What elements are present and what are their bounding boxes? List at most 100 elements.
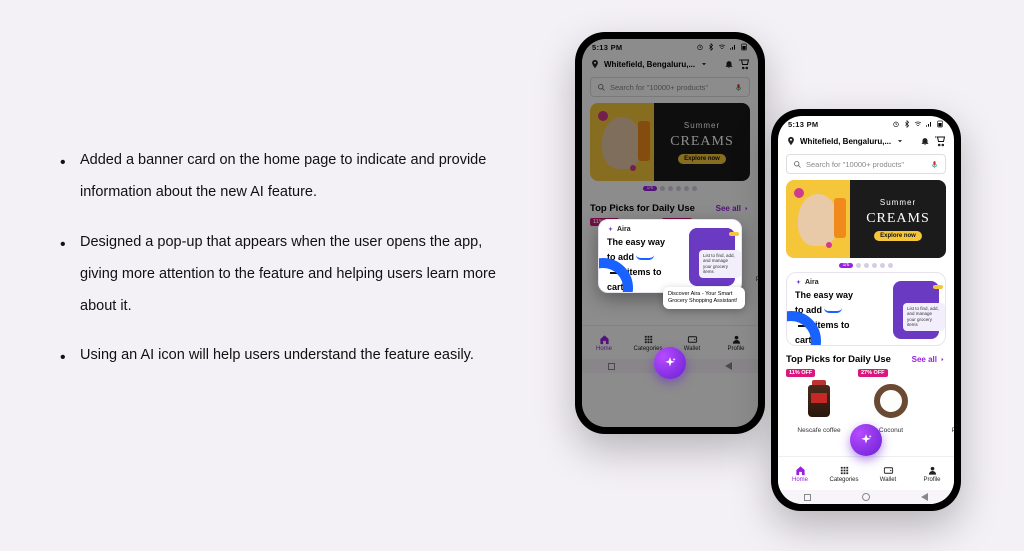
nav-wallet[interactable]: Wallet [866, 457, 910, 490]
product-image [808, 385, 830, 417]
battery-icon [936, 120, 944, 128]
product-name: Coconut [683, 276, 707, 283]
bottom-nav: Home Categories Wallet Profile [778, 456, 954, 490]
location-row: Whitefield, Bengaluru,... [582, 55, 758, 73]
signal-icon [925, 120, 933, 128]
section-title: Top Picks for Daily Use [786, 354, 891, 365]
aira-banner-card: Aira The easy way to add items to cart. … [598, 219, 742, 293]
see-all-link: See all [716, 204, 750, 213]
status-bar: 5:13 PM [582, 39, 758, 55]
nav-categories: Categories [626, 326, 670, 359]
aira-bubble: List to find, add, and manage your groce… [699, 250, 741, 278]
discount-badge: 27% OFF [662, 218, 692, 226]
bullet-item: Added a banner card on the home page to … [60, 145, 500, 209]
sparkle-icon [859, 433, 873, 447]
product-tile: 11% OFF Nescafe coffee [590, 218, 656, 283]
nav-profile: Profile [714, 326, 758, 359]
chevron-down-icon [699, 59, 709, 69]
back-icon [725, 362, 732, 370]
bullet-item: Using an AI icon will help users underst… [60, 340, 500, 372]
hero-title: CREAMS [670, 134, 734, 150]
overlay-dim [582, 39, 758, 427]
recent-apps-icon [608, 363, 615, 370]
hero-cta: Explore now [678, 154, 726, 164]
wifi-icon [718, 43, 726, 51]
battery-icon [740, 43, 748, 51]
chevron-right-icon [743, 205, 750, 212]
grid-icon [839, 465, 850, 476]
wifi-icon [914, 120, 922, 128]
cart-icon[interactable] [934, 135, 946, 147]
discount-badge: 11% OFF [786, 369, 815, 377]
product-tiles: 11% OFF Nescafe coffee 27% OFF Coconut x… [778, 369, 954, 434]
mic-icon[interactable] [930, 160, 939, 169]
phone-mockup-dimmed: 5:13 PM Whitefield, Bengaluru,... Search… [575, 32, 765, 434]
product-image [678, 233, 712, 267]
product-image [874, 384, 908, 418]
wallet-icon [687, 334, 698, 345]
sparkle-icon [607, 226, 614, 233]
android-nav-bar [778, 490, 954, 504]
sparkle-icon [663, 356, 677, 370]
bell-icon[interactable] [920, 136, 930, 146]
aira-bubble: List to find, add, and manage your groce… [903, 303, 945, 331]
search-placeholder: Search for "10000+ products" [610, 83, 708, 92]
home-button-icon [666, 362, 674, 370]
search-icon [793, 160, 802, 169]
product-tile[interactable]: x Pepsi S [930, 369, 954, 434]
alarm-icon [696, 43, 704, 51]
hero-banner[interactable]: Summer CREAMS Explore now [786, 180, 946, 258]
product-tile: x Pepsi S [734, 218, 758, 283]
product-image [612, 234, 634, 266]
cart-icon [738, 58, 750, 70]
location-row[interactable]: Whitefield, Bengaluru,... [778, 132, 954, 150]
wallet-icon [883, 465, 894, 476]
nav-home[interactable]: Home [778, 457, 822, 490]
search-bar: Search for "10000+ products" [590, 77, 750, 97]
section-header: Top Picks for Daily Use See all [590, 203, 750, 214]
hero-subtitle: Summer [880, 198, 916, 207]
product-name: Nescafe coffee [601, 276, 644, 283]
pager-dots: 1/6 [778, 263, 954, 268]
aira-phone-graphic: List to find, add, and manage your groce… [689, 228, 735, 286]
chevron-right-icon [939, 356, 946, 363]
search-icon [597, 83, 606, 92]
home-icon [795, 465, 806, 476]
section-header: Top Picks for Daily Use See all [786, 354, 946, 365]
aira-banner-card[interactable]: Aira The easy way to add items to cart. … [786, 272, 946, 346]
nav-home: Home [582, 326, 626, 359]
product-name: Pepsi S [756, 276, 758, 283]
pin-icon [590, 59, 600, 69]
status-icons [892, 120, 944, 128]
hero-title: CREAMS [866, 211, 930, 227]
alarm-icon [892, 120, 900, 128]
home-button-icon [862, 493, 870, 501]
description-copy: Added a banner card on the home page to … [60, 145, 500, 390]
ai-fab-button[interactable] [850, 424, 882, 456]
grid-icon [643, 334, 654, 345]
bullet-item: Designed a pop-up that appears when the … [60, 227, 500, 323]
ai-fab-button [654, 347, 686, 379]
product-tile[interactable]: 27% OFF Coconut [858, 369, 924, 434]
product-tile: 27% OFF Coconut [662, 218, 728, 283]
see-all-link[interactable]: See all [912, 355, 946, 364]
back-icon [921, 493, 928, 501]
product-tile[interactable]: 11% OFF Nescafe coffee [786, 369, 852, 434]
search-bar[interactable]: Search for "10000+ products" [786, 154, 946, 174]
sparkle-icon [795, 279, 802, 286]
hero-cta[interactable]: Explore now [874, 231, 922, 241]
status-icons [696, 43, 748, 51]
recent-apps-icon [804, 494, 811, 501]
nav-profile[interactable]: Profile [910, 457, 954, 490]
hero-subtitle: Summer [684, 121, 720, 130]
product-name: Coconut [879, 427, 903, 434]
bell-icon [724, 59, 734, 69]
person-icon [927, 465, 938, 476]
nav-categories[interactable]: Categories [822, 457, 866, 490]
product-name: Pepsi S [952, 427, 954, 434]
pin-icon [786, 136, 796, 146]
home-icon [599, 334, 610, 345]
status-time: 5:13 PM [788, 120, 818, 129]
mic-icon [734, 83, 743, 92]
nav-wallet: Wallet [670, 326, 714, 359]
